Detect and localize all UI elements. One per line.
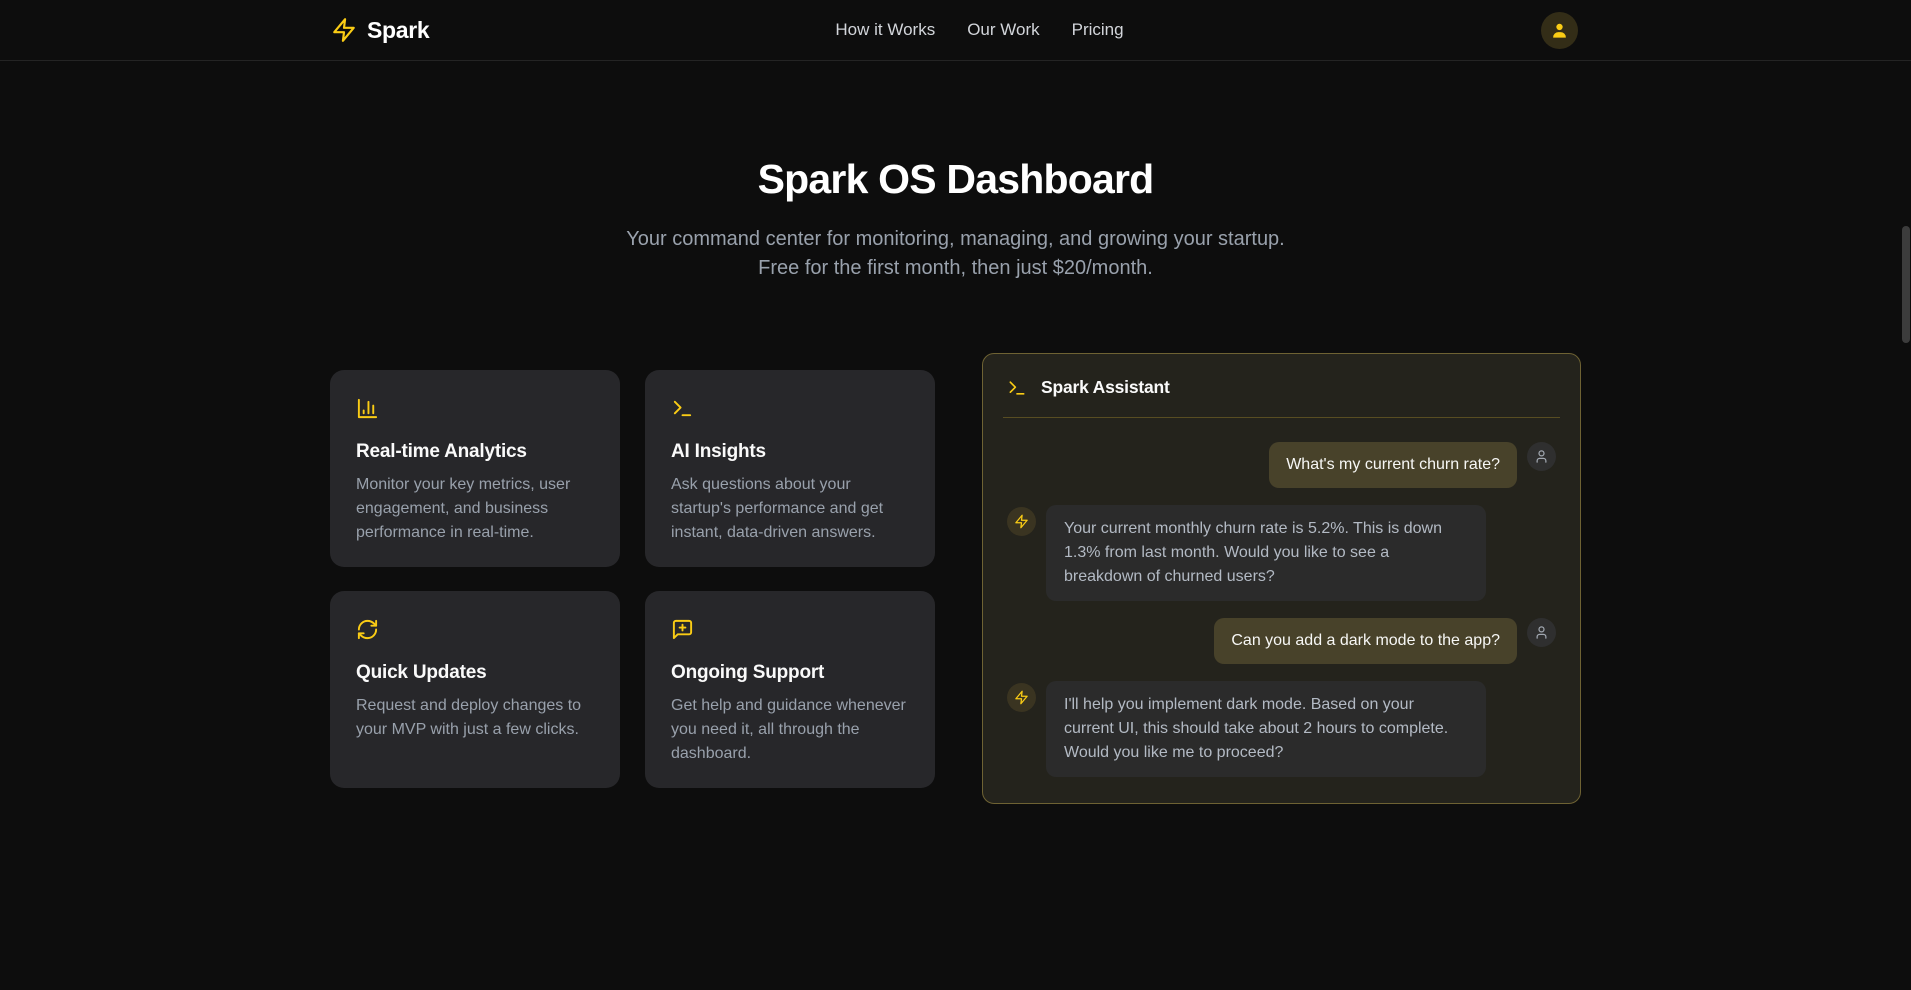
feature-title: AI Insights <box>671 441 909 463</box>
top-navigation: Spark How it Works Our Work Pricing <box>0 0 1911 61</box>
feature-card-ai-insights: AI Insights Ask questions about your sta… <box>645 370 935 567</box>
feature-title: Real-time Analytics <box>356 441 594 463</box>
user-chat-avatar <box>1527 618 1556 647</box>
terminal-icon <box>671 397 909 420</box>
features-grid: Real-time Analytics Monitor your key met… <box>330 370 935 788</box>
feature-title: Ongoing Support <box>671 662 909 684</box>
brand-name: Spark <box>367 17 429 44</box>
assistant-chat-avatar <box>1007 507 1036 536</box>
hero-section: Spark OS Dashboard Your command center f… <box>0 156 1911 283</box>
feature-description: Ask questions about your startup's perfo… <box>671 473 909 545</box>
assistant-message-bubble: Your current monthly churn rate is 5.2%.… <box>1046 505 1486 601</box>
assistant-panel-title: Spark Assistant <box>1041 377 1170 398</box>
nav-link-our-work[interactable]: Our Work <box>967 20 1039 40</box>
feature-title: Quick Updates <box>356 662 594 684</box>
chat-message-assistant: I'll help you implement dark mode. Based… <box>1007 681 1556 777</box>
assistant-message-bubble: I'll help you implement dark mode. Based… <box>1046 681 1486 777</box>
chat-message-user: What's my current churn rate? <box>1007 442 1556 488</box>
feature-card-ongoing-support: Ongoing Support Get help and guidance wh… <box>645 591 935 788</box>
feature-card-quick-updates: Quick Updates Request and deploy changes… <box>330 591 620 788</box>
message-square-plus-icon <box>671 618 909 641</box>
user-chat-avatar <box>1527 442 1556 471</box>
refresh-icon <box>356 618 594 641</box>
user-icon <box>1534 449 1549 464</box>
chat-message-assistant: Your current monthly churn rate is 5.2%.… <box>1007 505 1556 601</box>
feature-card-realtime-analytics: Real-time Analytics Monitor your key met… <box>330 370 620 567</box>
bar-chart-icon <box>356 397 594 420</box>
spark-assistant-panel: Spark Assistant What's my current churn … <box>982 353 1581 804</box>
page-scrollbar-thumb[interactable] <box>1902 226 1910 343</box>
zap-icon <box>1014 514 1029 529</box>
feature-description: Monitor your key metrics, user engagemen… <box>356 473 594 545</box>
user-message-bubble: Can you add a dark mode to the app? <box>1214 618 1517 664</box>
zap-icon <box>1014 690 1029 705</box>
terminal-icon <box>1007 378 1027 398</box>
page-title: Spark OS Dashboard <box>0 156 1911 203</box>
assistant-chat-avatar <box>1007 683 1036 712</box>
page-subtitle: Your command center for monitoring, mana… <box>606 225 1306 283</box>
nav-links: How it Works Our Work Pricing <box>835 20 1123 40</box>
assistant-panel-header: Spark Assistant <box>983 354 1580 417</box>
main-content: Real-time Analytics Monitor your key met… <box>0 353 1911 804</box>
nav-link-pricing[interactable]: Pricing <box>1072 20 1124 40</box>
nav-link-how-it-works[interactable]: How it Works <box>835 20 935 40</box>
brand-logo[interactable]: Spark <box>331 17 429 44</box>
feature-description: Request and deploy changes to your MVP w… <box>356 694 594 742</box>
user-message-bubble: What's my current churn rate? <box>1269 442 1517 488</box>
user-icon <box>1550 21 1569 40</box>
chat-message-user: Can you add a dark mode to the app? <box>1007 618 1556 664</box>
user-icon <box>1534 625 1549 640</box>
feature-description: Get help and guidance whenever you need … <box>671 694 909 766</box>
zap-icon <box>331 17 357 43</box>
chat-messages: What's my current churn rate? Your curre… <box>983 418 1580 803</box>
user-avatar-button[interactable] <box>1541 12 1578 49</box>
